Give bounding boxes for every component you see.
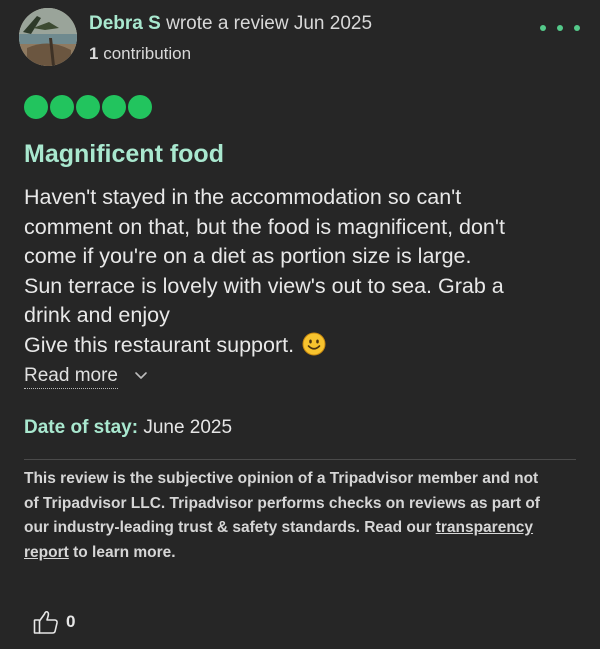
transparency-report-link-continued[interactable]: report [24, 544, 69, 561]
helpful-vote-button[interactable]: 0 [32, 608, 75, 636]
disclaimer-line: This review is the subjective opinion of… [24, 470, 539, 487]
thumbs-up-icon [33, 610, 58, 634]
review-body-line: comment on that, but the food is magnifi… [24, 214, 505, 239]
smiling-face-emoji [302, 332, 326, 355]
disclaimer-line-4: report to learn more. [24, 541, 576, 566]
rating-bubbles [24, 95, 152, 119]
chevron-down-icon[interactable] [133, 369, 149, 383]
date-of-stay-label: Date of stay: [24, 417, 139, 438]
contribution-count: 1 [89, 44, 99, 63]
review-body-line: drink and enjoy [24, 303, 170, 327]
review-title: Magnificent food [24, 140, 224, 168]
avatar-image [19, 8, 77, 66]
more-options-dot [557, 25, 563, 31]
review-body-line: Give this restaurant support. [24, 332, 295, 357]
review-header: Debra S wrote a review Jun 2025 [89, 12, 372, 36]
divider [24, 459, 576, 460]
contributions: 1 contribution [89, 43, 191, 65]
review-body-line: Sun terrace is lovely with view's out to… [24, 273, 504, 298]
more-options-icon [540, 25, 546, 31]
helpful-count: 0 [66, 612, 76, 631]
disclaimer-line: of Tripadvisor LLC. Tripadvisor performs… [24, 494, 540, 512]
review-action-text: wrote a review Jun 2025 [166, 13, 373, 34]
read-more-link[interactable]: Read more [24, 364, 118, 389]
disclaimer-text: to learn more. [68, 543, 176, 561]
review-body-line: come if you're on a diet as portion size… [24, 244, 472, 268]
rating-bubble [50, 95, 74, 119]
rating-bubble [24, 95, 48, 119]
rating-bubble [128, 95, 152, 119]
review-disclaimer: This review is the subjective opinion of… [24, 467, 576, 565]
more-options-dot [574, 25, 580, 31]
avatar[interactable] [19, 8, 77, 66]
author-name[interactable]: Debra S [89, 13, 161, 34]
date-of-stay-value: June 2025 [143, 417, 233, 438]
review-body: Haven't stayed in the accommodation so c… [24, 183, 584, 360]
date-of-stay: Date of stay: June 2025 [24, 416, 232, 440]
rating-bubble [76, 95, 100, 119]
review-body-line: Haven't stayed in the accommodation so c… [24, 185, 462, 209]
disclaimer-line-3: our industry-leading trust & safety stan… [24, 516, 576, 541]
transparency-report-link[interactable]: transparency [436, 519, 533, 536]
disclaimer-text: our industry-leading trust & safety stan… [24, 519, 436, 536]
contribution-label: contribution [103, 44, 192, 63]
more-options-button[interactable] [540, 18, 580, 38]
rating-bubble [102, 95, 126, 119]
review-body-last-line: Give this restaurant support. [24, 331, 584, 361]
